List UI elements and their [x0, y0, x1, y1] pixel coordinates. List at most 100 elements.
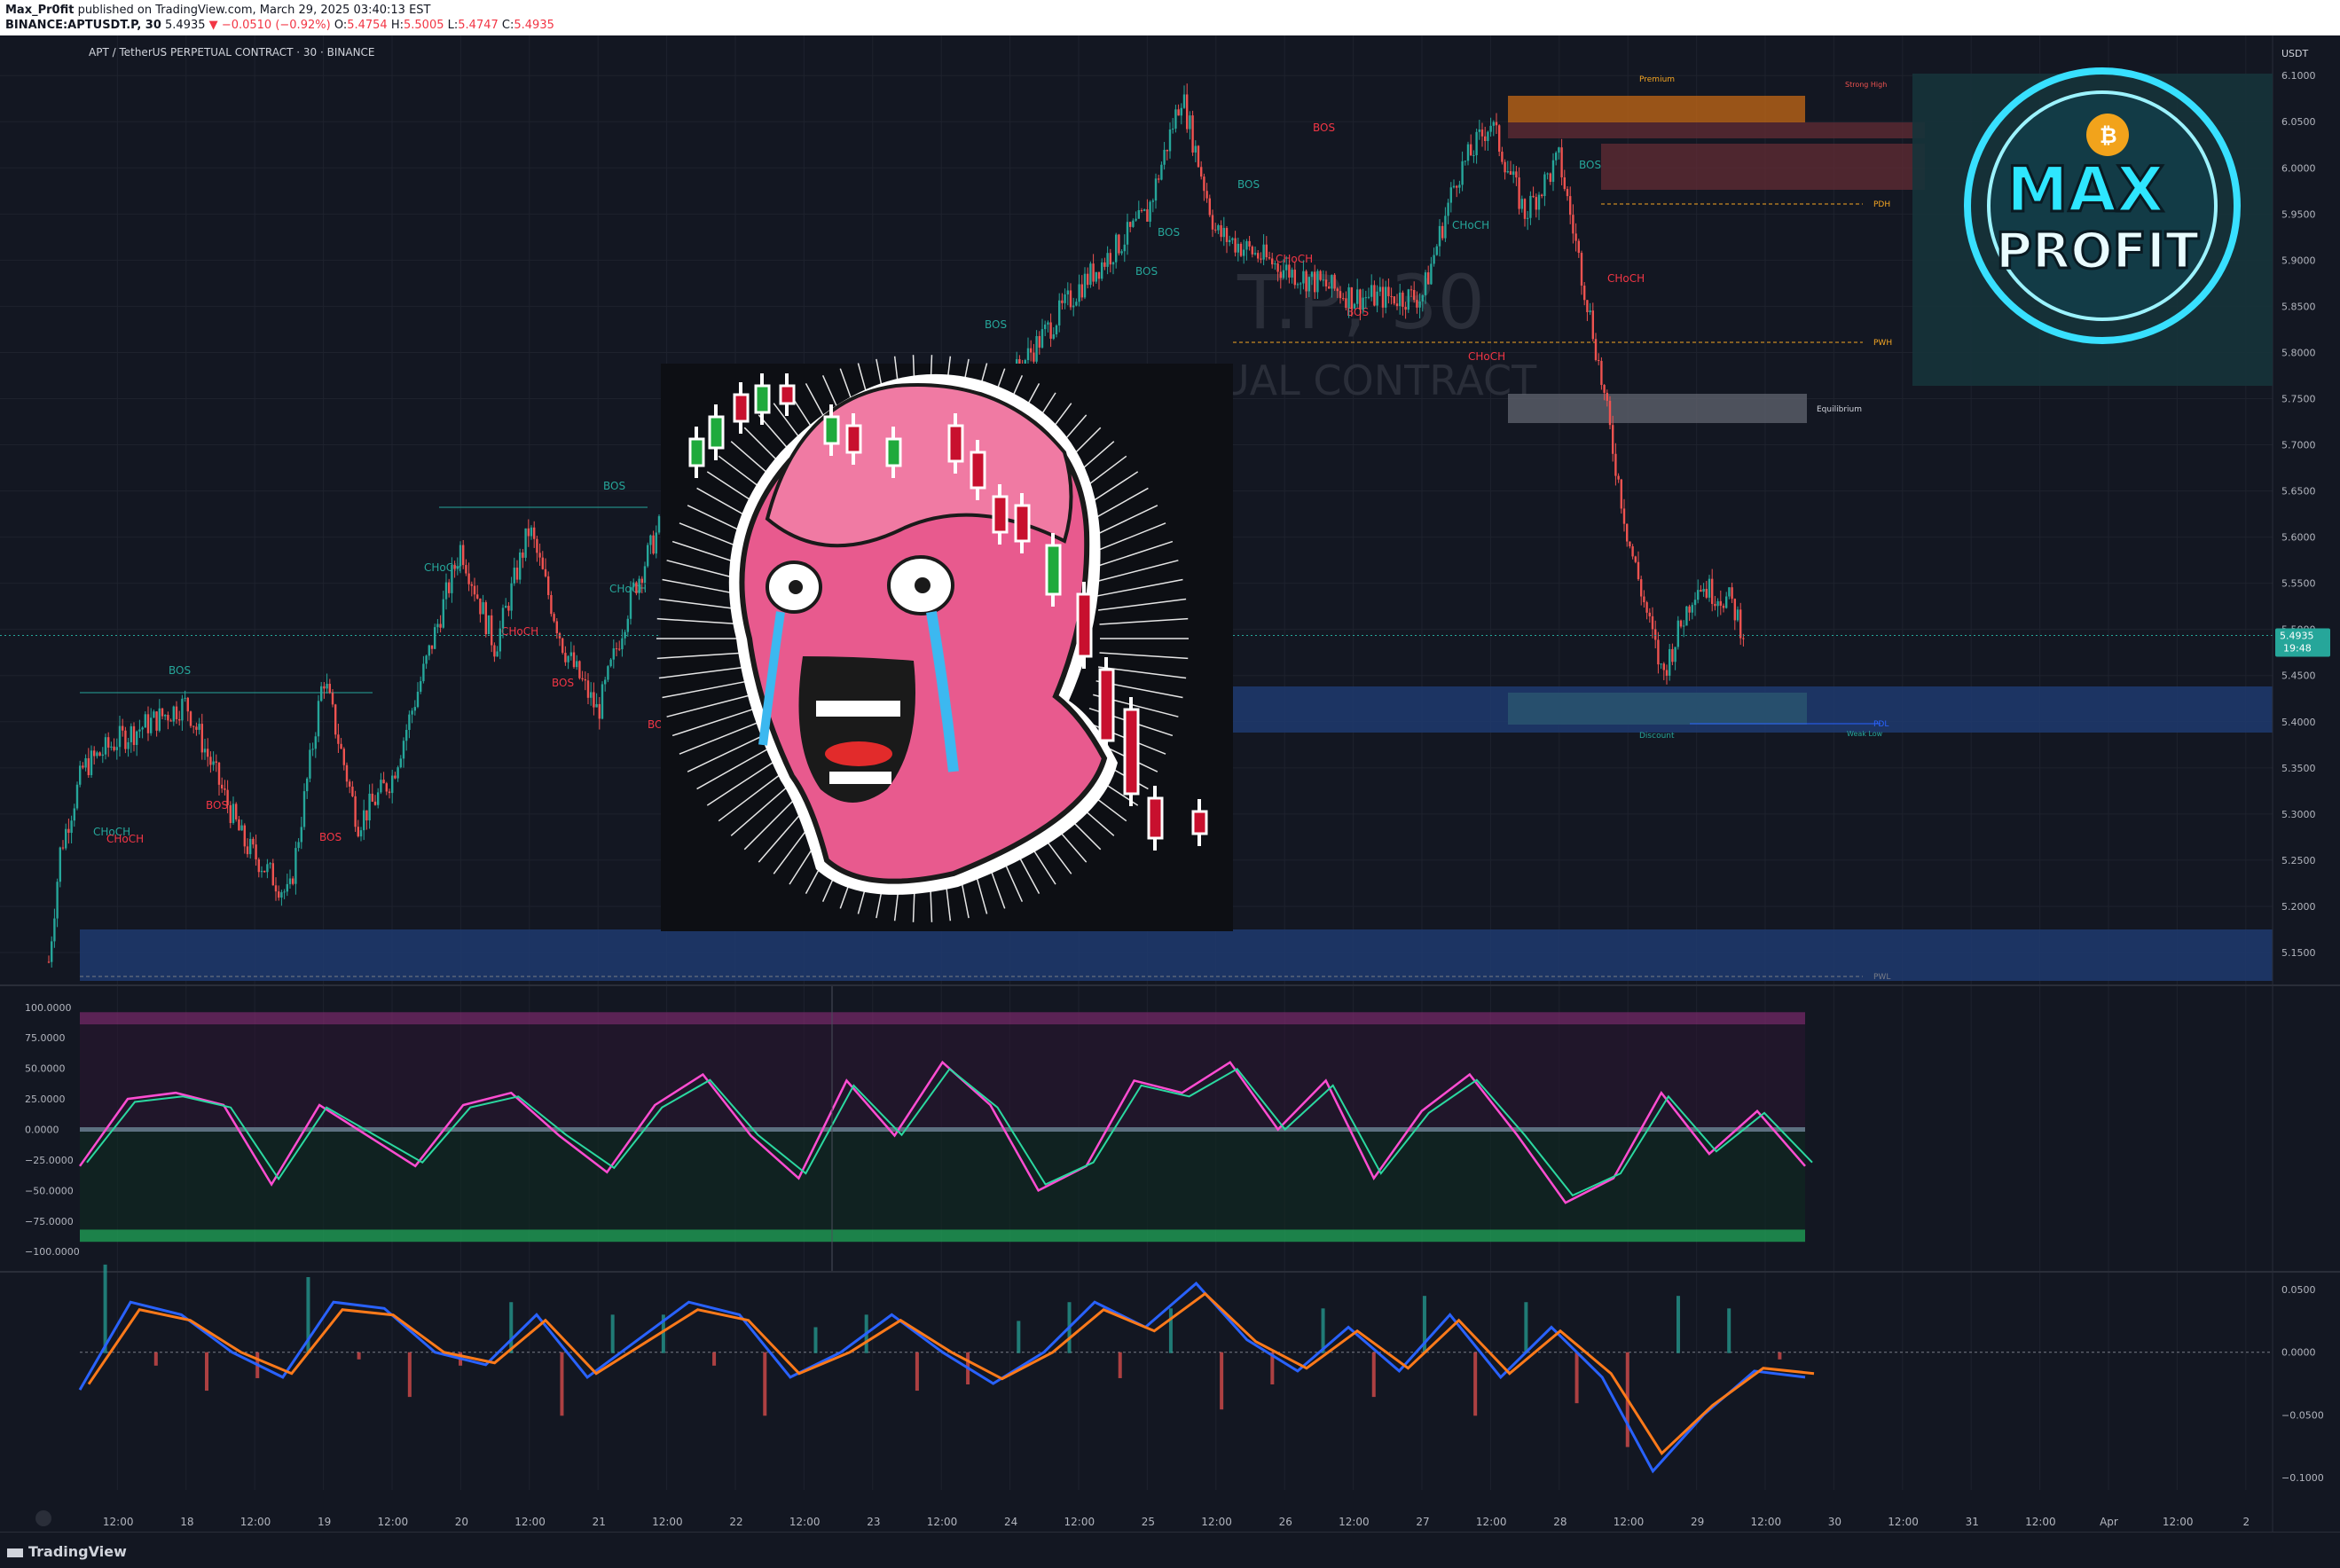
- candle-body: [1291, 270, 1293, 278]
- symbol-name[interactable]: BINANCE:APTUSDT.P, 30: [5, 19, 161, 32]
- candle-body: [1395, 303, 1399, 307]
- candle-body: [501, 608, 505, 629]
- candle-body: [1217, 225, 1220, 231]
- publisher-name[interactable]: Max_Pr0fit: [5, 4, 74, 17]
- candle-body: [1314, 271, 1316, 293]
- candle-body: [1208, 198, 1211, 216]
- candle-body: [538, 553, 541, 558]
- candle-body: [491, 615, 493, 646]
- candle-body: [1087, 273, 1089, 286]
- time-axis[interactable]: 12:00 18 12:00 19 12:00 20 12:00 21 12:00 22 12:00…: [103, 1516, 2250, 1528]
- candle-body: [65, 828, 67, 849]
- candle-body: [473, 585, 476, 595]
- candle-body: [1378, 286, 1381, 292]
- candle-body: [513, 568, 515, 584]
- time-tick: 12:00: [1339, 1516, 1370, 1528]
- candle-body: [115, 747, 118, 750]
- price-tick: 5.5500: [2281, 578, 2316, 590]
- candle-body: [1182, 94, 1186, 108]
- candle-body: [1362, 297, 1364, 310]
- candle-body: [576, 661, 578, 668]
- candle-body: [1205, 191, 1208, 199]
- candle-body: [564, 653, 567, 662]
- candle-body: [1274, 263, 1276, 265]
- candle-body: [1257, 253, 1260, 259]
- candle-body: [586, 680, 590, 698]
- candle-body: [161, 708, 164, 717]
- candle-body: [1518, 177, 1520, 209]
- candle-body: [1058, 300, 1061, 325]
- candle-body: [158, 708, 161, 731]
- pdh-label: PDH: [1873, 200, 1890, 209]
- footer: TradingView: [0, 1532, 2340, 1568]
- price-axis[interactable]: 6.1000 6.0500 6.0000 5.9500 5.9000 5.8500 5.80…: [2281, 70, 2316, 959]
- structure-label: BOS: [1237, 178, 1260, 191]
- candle-body: [153, 711, 155, 718]
- pwh-label: PWH: [1873, 339, 1892, 348]
- macd-histogram-bar: [407, 1352, 412, 1398]
- candle-body: [263, 870, 266, 873]
- candle-body: [266, 864, 269, 873]
- time-tick: 12:00: [652, 1516, 683, 1528]
- candle-body: [439, 623, 442, 628]
- logo-line2: PROFIT: [1996, 223, 2199, 280]
- candle-body: [132, 725, 136, 745]
- candle-body: [522, 552, 524, 558]
- time-tick: 12:00: [240, 1516, 271, 1528]
- candle-body: [487, 615, 491, 635]
- candle-body: [1146, 209, 1149, 222]
- candle-body: [53, 918, 56, 942]
- zoom-reset-button[interactable]: [35, 1510, 51, 1526]
- candle-body: [1253, 253, 1257, 255]
- logo-line1: MAX: [2006, 153, 2164, 226]
- candle-body: [1637, 561, 1640, 580]
- candle-body: [1166, 149, 1168, 152]
- candle-body: [351, 786, 354, 796]
- candle-body: [167, 715, 169, 721]
- candle-body: [1416, 300, 1418, 308]
- candle-body: [1285, 264, 1288, 270]
- equilibrium-zone: [1508, 394, 1807, 423]
- macd-histogram-bar: [712, 1352, 717, 1366]
- tradingview-brand-text: TradingView: [28, 1543, 127, 1560]
- candle-body: [260, 870, 263, 873]
- candle-body: [1319, 270, 1322, 280]
- candle-body: [425, 655, 428, 664]
- candle-body: [1163, 149, 1166, 165]
- chart-area[interactable]: T.P, 30 UAL CONTRACT Premium Strong High…: [0, 35, 2340, 1532]
- macd-histogram-bar: [1778, 1352, 1782, 1360]
- candle-body: [1418, 301, 1421, 308]
- oscillator-pane[interactable]: 100.0000 75.0000 50.0000 25.0000 0.0000 −25.0…: [25, 986, 1813, 1271]
- candle-body: [1697, 590, 1700, 600]
- candle-body: [1140, 209, 1143, 211]
- currency-label[interactable]: USDT: [2281, 48, 2309, 59]
- candle-body: [1606, 392, 1608, 401]
- candle-body: [93, 750, 96, 757]
- candle-body: [428, 645, 430, 656]
- candle-body: [317, 701, 320, 737]
- candle-body: [1331, 274, 1333, 289]
- candle-body: [1608, 400, 1612, 426]
- candle-body: [1345, 298, 1347, 309]
- macd-histogram-bar: [1524, 1302, 1528, 1353]
- tradingview-brand[interactable]: TradingView: [7, 1543, 127, 1560]
- discount-label: Discount: [1639, 732, 1675, 741]
- chart-svg[interactable]: T.P, 30 UAL CONTRACT Premium Strong High…: [0, 35, 2340, 1532]
- candle-body: [519, 552, 522, 580]
- candle-body: [524, 528, 527, 558]
- equilibrium-label: Equilibrium: [1817, 405, 1862, 414]
- candle-body: [323, 686, 326, 689]
- candle-body: [1537, 194, 1541, 210]
- candle-body: [345, 764, 349, 782]
- candle-body: [334, 704, 337, 735]
- candle-body: [1492, 122, 1495, 126]
- high-value: 5.5005: [404, 19, 444, 32]
- structure-label: BOS: [1579, 159, 1601, 171]
- structure-label: BOS: [206, 799, 228, 811]
- candle-body: [388, 791, 391, 794]
- candle-body: [453, 564, 456, 569]
- candle-body: [609, 659, 612, 667]
- candle-body: [1648, 612, 1651, 616]
- macd-pane[interactable]: 0.0500 0.0000 −0.0500 −0.1000: [78, 1264, 2324, 1484]
- candle-body: [442, 599, 444, 628]
